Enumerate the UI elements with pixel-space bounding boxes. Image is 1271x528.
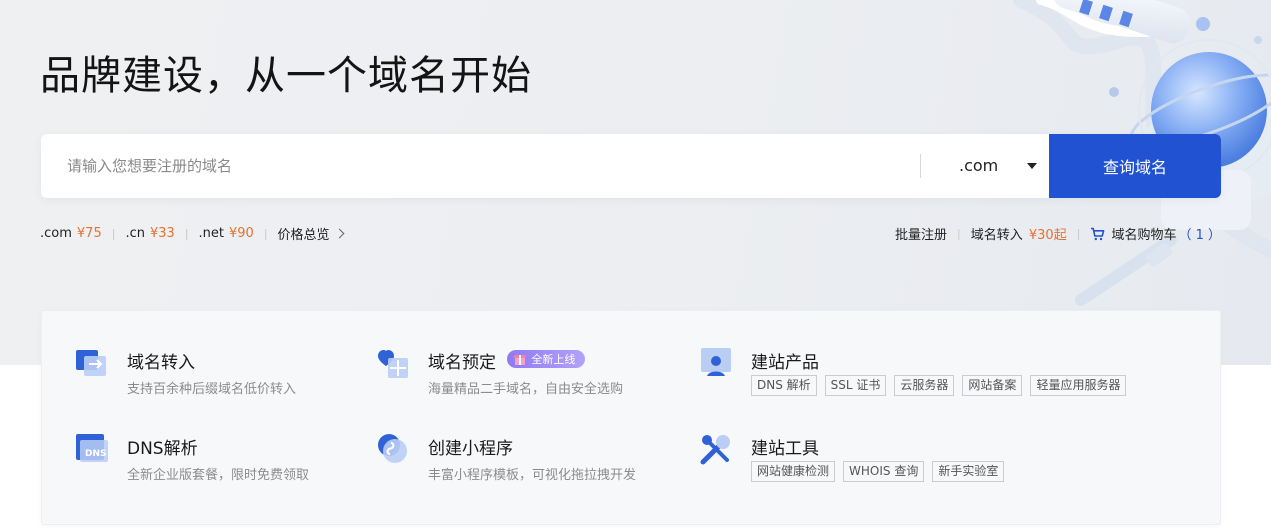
quick-links: 批量注册 | 域名转入 ¥30起 | 域名购物车 （ 1 ） [895, 224, 1221, 243]
domain-search-bar: .com 查询域名 [41, 134, 1221, 198]
tag-lab[interactable]: 新手实验室 [932, 461, 1005, 482]
feature-desc: 全新企业版套餐，限时免费领取 [127, 468, 310, 483]
features-panel: 域名转入 支持百余种后缀域名低价转入 域名预定 全新上线 海量精品二手域名，自由… [41, 310, 1221, 525]
feature-title: 域名转入 [127, 353, 195, 373]
divider: | [111, 227, 116, 240]
tag-whois[interactable]: WHOIS 查询 [843, 461, 925, 482]
site-products-icon [701, 348, 731, 376]
transfer-label: 域名转入 [970, 228, 1023, 243]
bulk-register-link[interactable]: 批量注册 [895, 224, 947, 243]
feature-title: 创建小程序 [428, 439, 513, 459]
new-badge: 全新上线 [507, 350, 586, 368]
page-title: 品牌建设，从一个域名开始 [40, 53, 532, 99]
site-products-tags: DNS 解析 SSL 证书 云服务器 网站备案 轻量应用服务器 [751, 375, 1134, 396]
feature-title: 域名预定 [428, 353, 496, 373]
tld-price-list: .com ¥75 | .cn ¥33 | .net ¥90 | 价格总览 [40, 224, 345, 243]
domain-cart-link[interactable]: 域名购物车 （ 1 ） [1090, 224, 1221, 243]
domain-search-input[interactable] [41, 134, 911, 198]
tag-dns[interactable]: DNS 解析 [751, 375, 817, 396]
tag-cloud-server[interactable]: 云服务器 [894, 375, 955, 396]
svg-text:DNS: DNS [85, 449, 107, 459]
feature-desc: 丰富小程序模板，可视化拖拉拽开发 [428, 468, 637, 483]
divider: | [263, 227, 268, 240]
feature-title: 建站工具 [751, 439, 819, 459]
domain-transfer-icon [76, 350, 106, 376]
feature-title: DNS解析 [127, 439, 198, 459]
tld-selected-value: .com [959, 156, 999, 175]
price-item-cn[interactable]: .cn ¥33 [125, 226, 174, 241]
tld-name: .com [40, 226, 72, 241]
price-item-com[interactable]: .com ¥75 [40, 226, 102, 241]
transfer-price: ¥30起 [1028, 228, 1067, 243]
feature-desc: 海量精品二手域名，自由安全选购 [428, 382, 624, 397]
tag-lighthouse[interactable]: 轻量应用服务器 [1030, 375, 1127, 396]
caret-down-icon [1027, 163, 1037, 169]
price-overview-label: 价格总览 [277, 228, 330, 243]
site-tools-tags: 网站健康检测 WHOIS 查询 新手实验室 [751, 461, 1012, 482]
tag-site-health[interactable]: 网站健康检测 [751, 461, 836, 482]
divider: | [1076, 227, 1081, 240]
cart-label: 域名购物车 [1111, 228, 1177, 243]
site-tools-icon [700, 435, 730, 465]
tld-name: .cn [125, 226, 145, 241]
price-item-net[interactable]: .net ¥90 [199, 226, 254, 241]
feature-desc: 支持百余种后缀域名低价转入 [127, 382, 297, 397]
tld-dropdown[interactable]: .com [921, 134, 1049, 198]
divider: | [957, 227, 961, 240]
dns-icon: DNS [76, 434, 108, 462]
badge-label: 全新上线 [531, 353, 576, 366]
tld-name: .net [198, 226, 224, 241]
domain-reserve-icon [378, 350, 408, 378]
feature-title: 建站产品 [751, 353, 819, 373]
domain-transfer-link[interactable]: 域名转入 ¥30起 [971, 224, 1067, 243]
gift-icon [514, 355, 527, 365]
tag-ssl[interactable]: SSL 证书 [824, 375, 887, 396]
search-domain-button[interactable]: 查询域名 [1049, 134, 1221, 198]
feature-title-wrap: 域名预定 全新上线 [428, 348, 586, 373]
cart-count: （ 1 ） [1178, 228, 1221, 243]
tld-price: ¥33 [149, 226, 175, 241]
tag-icp-filing[interactable]: 网站备案 [962, 375, 1023, 396]
chevron-right-icon [334, 228, 345, 239]
mini-program-icon [378, 434, 407, 463]
price-overview-link[interactable]: 价格总览 [277, 224, 345, 243]
cart-icon [1091, 227, 1105, 240]
divider: | [184, 227, 189, 240]
tld-price: ¥75 [76, 226, 102, 241]
tld-price: ¥90 [229, 226, 254, 241]
